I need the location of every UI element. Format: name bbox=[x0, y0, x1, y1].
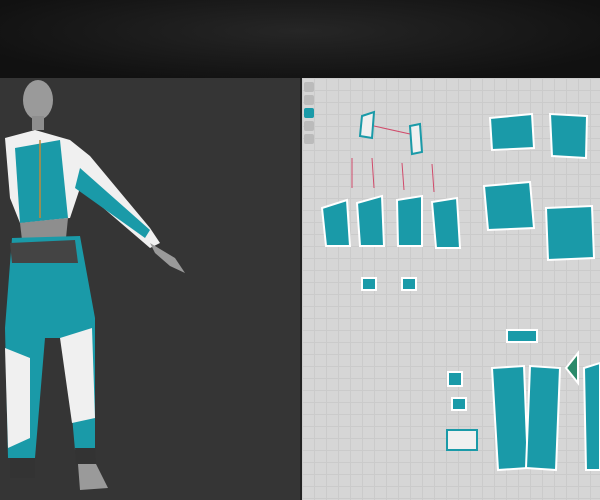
2d-toolbar bbox=[304, 82, 316, 144]
2d-pattern-window[interactable] bbox=[302, 78, 600, 500]
3d-viewport[interactable] bbox=[0, 78, 300, 500]
pattern-piece bbox=[446, 429, 478, 451]
pattern-piece bbox=[320, 198, 352, 247]
pattern-piece bbox=[395, 194, 423, 247]
pattern-piece bbox=[361, 277, 377, 291]
top-background bbox=[0, 0, 600, 78]
sewing-icon[interactable] bbox=[304, 121, 314, 131]
avatar-head bbox=[23, 80, 53, 120]
pattern-piece bbox=[488, 112, 536, 152]
pattern-piece bbox=[408, 122, 424, 156]
avatar-3d bbox=[5, 80, 185, 490]
pattern-piece bbox=[544, 204, 596, 262]
pattern-piece bbox=[355, 194, 386, 247]
pattern-piece bbox=[430, 196, 462, 249]
pattern-piece bbox=[482, 180, 536, 232]
transform-pattern-icon[interactable] bbox=[304, 82, 314, 92]
pattern-pieces bbox=[320, 110, 600, 472]
pattern-piece bbox=[447, 371, 463, 387]
pattern-piece bbox=[548, 112, 589, 160]
pattern-piece bbox=[451, 397, 467, 411]
pattern-piece bbox=[490, 364, 530, 472]
pattern-piece bbox=[506, 329, 538, 343]
pattern-piece bbox=[582, 361, 600, 471]
pattern-piece bbox=[564, 350, 579, 386]
fill-color-icon[interactable] bbox=[304, 108, 314, 118]
edit-point-icon[interactable] bbox=[304, 95, 314, 105]
pattern-piece bbox=[358, 110, 376, 140]
pattern-piece bbox=[401, 277, 417, 291]
pattern-piece bbox=[524, 364, 562, 472]
pin-icon[interactable] bbox=[304, 134, 314, 144]
